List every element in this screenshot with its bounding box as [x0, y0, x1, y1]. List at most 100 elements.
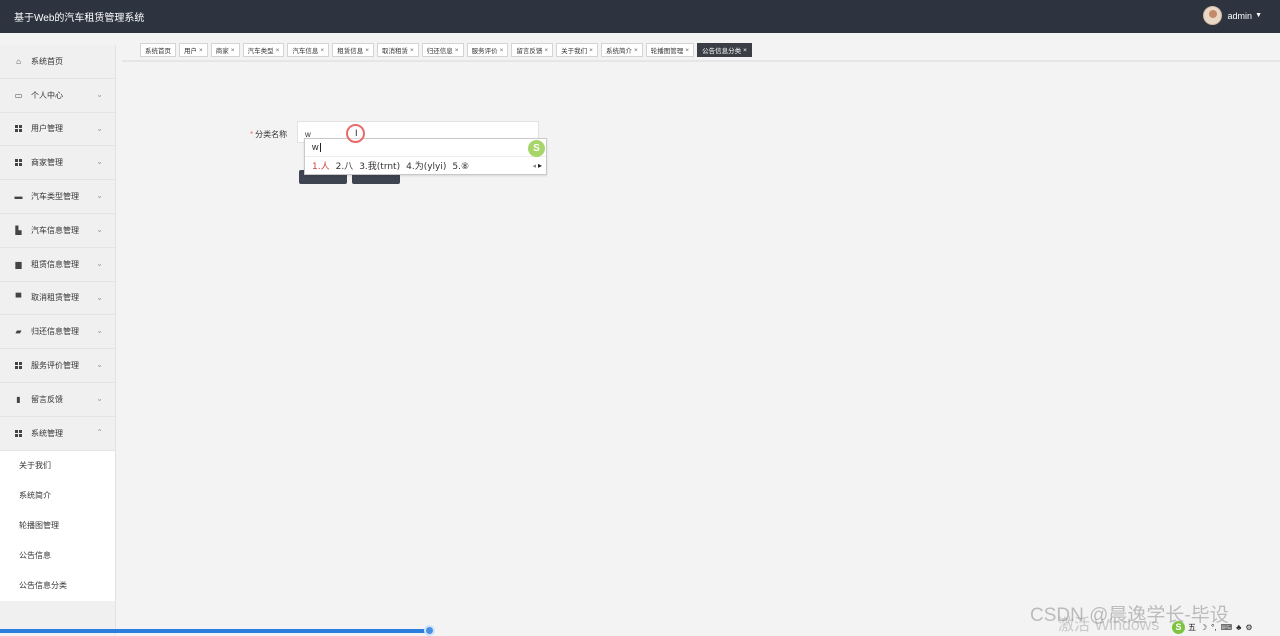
ime-candidate[interactable]: 2.八: [336, 162, 354, 172]
close-icon[interactable]: ×: [544, 47, 548, 54]
sidebar-item[interactable]: 商家管理 ⌄: [0, 146, 115, 181]
tab-item[interactable]: 留言反馈 ×: [511, 43, 554, 57]
sidebar-item[interactable]: 用户管理 ⌄: [0, 113, 115, 147]
progress-handle[interactable]: [424, 625, 435, 636]
tray-item-icon[interactable]: ☽: [1200, 623, 1207, 632]
tab-label[interactable]: 归还信息: [427, 45, 453, 55]
submenu-system: 关于我们 系统简介 轮播图管理 公告信息 公告信息分类: [0, 450, 115, 601]
tray-item-icon[interactable]: ⚙: [1245, 623, 1252, 632]
sidebar-item-label: 汽车信息管理: [31, 225, 79, 235]
tab-item[interactable]: 商家 ×: [210, 43, 240, 57]
tab-label[interactable]: 轮播图管理: [651, 45, 684, 55]
close-icon[interactable]: ×: [634, 47, 638, 54]
submenu-item[interactable]: 轮播图管理: [0, 510, 115, 541]
close-icon[interactable]: ×: [589, 47, 593, 54]
tray-item-icon[interactable]: 五: [1188, 622, 1196, 633]
sidebar-item-label: 用户管理: [31, 124, 63, 134]
sidebar: ⌂ 系统首页 ▭ 个人中心 ⌄ 用户管理 ⌄ 商家管理 ⌄ ▬ 汽车类型管理 ⌄ ▙ 汽车信息管理 ⌄ ▆ 租赁…: [0, 45, 116, 635]
ime-candidate[interactable]: 5.⑧: [452, 162, 469, 172]
ime-candidate[interactable]: 1.人: [312, 162, 330, 172]
ime-candidates: 1.人 2.八 3.我(trnt) 4.为(ylyi) 5.⑧: [305, 157, 546, 172]
sidebar-item[interactable]: ▰ 归还信息管理 ⌄: [0, 315, 115, 350]
close-icon[interactable]: ×: [199, 47, 203, 54]
tab-item[interactable]: 轮播图管理 ×: [645, 43, 695, 57]
system-tray[interactable]: S 五 ☽ °, ⌨ ♣ ⚙: [1172, 620, 1257, 634]
sidebar-item[interactable]: 服务评价管理 ⌄: [0, 349, 115, 383]
tab-item[interactable]: 服务评价 ×: [466, 43, 509, 57]
sidebar-item-label: 商家管理: [31, 158, 63, 168]
caret-down-icon[interactable]: ▼: [1255, 12, 1262, 19]
chevron-down-icon: ⌄: [96, 393, 103, 403]
chevron-down-icon: ⌄: [96, 191, 103, 201]
grid-icon: [14, 124, 23, 133]
sidebar-item[interactable]: ▭ 个人中心 ⌄: [0, 79, 115, 113]
ime-caret: [319, 143, 321, 153]
sidebar-item-label: 个人中心: [31, 90, 63, 100]
close-icon[interactable]: ×: [685, 47, 689, 54]
sidebar-item[interactable]: ▬ 汽车类型管理 ⌄: [0, 180, 115, 214]
tab-item[interactable]: 租赁信息 ×: [332, 43, 374, 57]
tab-label[interactable]: 汽车类型: [248, 45, 274, 55]
tab-label[interactable]: 留言反馈: [516, 45, 542, 55]
close-icon[interactable]: ×: [320, 47, 324, 54]
tab-label[interactable]: 商家: [216, 45, 229, 55]
tray-item-icon[interactable]: ♣: [1236, 623, 1241, 632]
close-icon[interactable]: ×: [410, 47, 414, 54]
sidebar-item[interactable]: ▙ 汽车信息管理 ⌄: [0, 214, 115, 248]
briefcase-icon: ▬: [14, 192, 23, 202]
tab-label[interactable]: 系统首页: [145, 45, 171, 55]
user-menu[interactable]: admin ▼: [1202, 6, 1262, 25]
submenu-item[interactable]: 公告信息分类: [0, 570, 115, 601]
tab-label[interactable]: 系统简介: [606, 45, 632, 55]
ime-candidate-window: w S 1.人 2.八 3.我(trnt) 4.为(ylyi) 5.⑧ ◂ ▸: [304, 138, 547, 175]
tab-item[interactable]: 系统简介 ×: [600, 43, 643, 57]
close-icon[interactable]: ×: [743, 47, 747, 54]
sidebar-item[interactable]: 系统管理 ⌃: [0, 417, 115, 451]
tab-item[interactable]: 汽车信息 ×: [287, 43, 330, 57]
user-name[interactable]: admin: [1228, 11, 1253, 21]
tab-label[interactable]: 用户: [184, 45, 197, 55]
tray-item-icon[interactable]: ⌨: [1221, 623, 1233, 632]
tray-item-icon[interactable]: °,: [1211, 623, 1216, 632]
tab-item[interactable]: 用户 ×: [179, 43, 208, 57]
sidebar-item[interactable]: ▀ 取消租赁管理 ⌄: [0, 282, 115, 316]
box-icon: ▆: [15, 259, 22, 269]
sidebar-item[interactable]: ▮ 留言反馈 ⌄: [0, 383, 115, 417]
ime-next-icon[interactable]: ▸: [538, 161, 542, 170]
close-icon[interactable]: ×: [276, 47, 280, 54]
tab-label[interactable]: 服务评价: [472, 45, 498, 55]
close-icon[interactable]: ×: [231, 47, 235, 54]
tab-item[interactable]: 取消租赁 ×: [376, 43, 419, 57]
ime-candidate[interactable]: 3.我(trnt): [359, 162, 400, 172]
submenu-item[interactable]: 系统简介: [0, 480, 115, 511]
tab-item[interactable]: 系统首页: [140, 43, 176, 57]
chevron-down-icon: ⌄: [96, 157, 103, 167]
close-icon[interactable]: ×: [500, 47, 504, 54]
submenu-item[interactable]: 关于我们: [0, 450, 115, 481]
sidebar-item[interactable]: ▆ 租赁信息管理 ⌄: [0, 248, 115, 282]
tab-item[interactable]: 归还信息 ×: [421, 43, 464, 57]
sidebar-item[interactable]: ⌂ 系统首页: [0, 45, 115, 79]
ime-candidate[interactable]: 4.为(ylyi): [406, 162, 446, 172]
submenu-item[interactable]: 公告信息: [0, 540, 115, 571]
sidebar-item-label: 取消租赁管理: [31, 293, 79, 303]
tab-label[interactable]: 取消租赁: [382, 45, 408, 55]
required-mark: *: [250, 130, 254, 139]
tab-item[interactable]: 公告信息分类 ×: [697, 43, 752, 57]
recording-progress-bar[interactable]: [0, 629, 430, 633]
close-icon[interactable]: ×: [365, 47, 369, 54]
tab-label[interactable]: 关于我们: [561, 45, 587, 55]
close-icon[interactable]: ×: [455, 47, 459, 54]
tab-item[interactable]: 关于我们 ×: [556, 43, 598, 57]
tab-label[interactable]: 租赁信息: [337, 45, 363, 55]
sogou-tray-icon[interactable]: S: [1172, 620, 1185, 634]
tab-label[interactable]: 公告信息分类: [702, 45, 741, 55]
ime-page-arrows[interactable]: ◂ ▸: [533, 161, 542, 170]
sidebar-item-label: 服务评价管理: [31, 361, 79, 371]
avatar[interactable]: [1202, 6, 1222, 25]
tab-item[interactable]: 汽车类型 ×: [242, 43, 285, 57]
tab-label[interactable]: 汽车信息: [292, 45, 318, 55]
chevron-down-icon: ⌄: [96, 89, 103, 99]
chat-icon: ▀: [15, 293, 22, 303]
activate-windows-watermark: 激活 Windows: [1058, 617, 1160, 634]
